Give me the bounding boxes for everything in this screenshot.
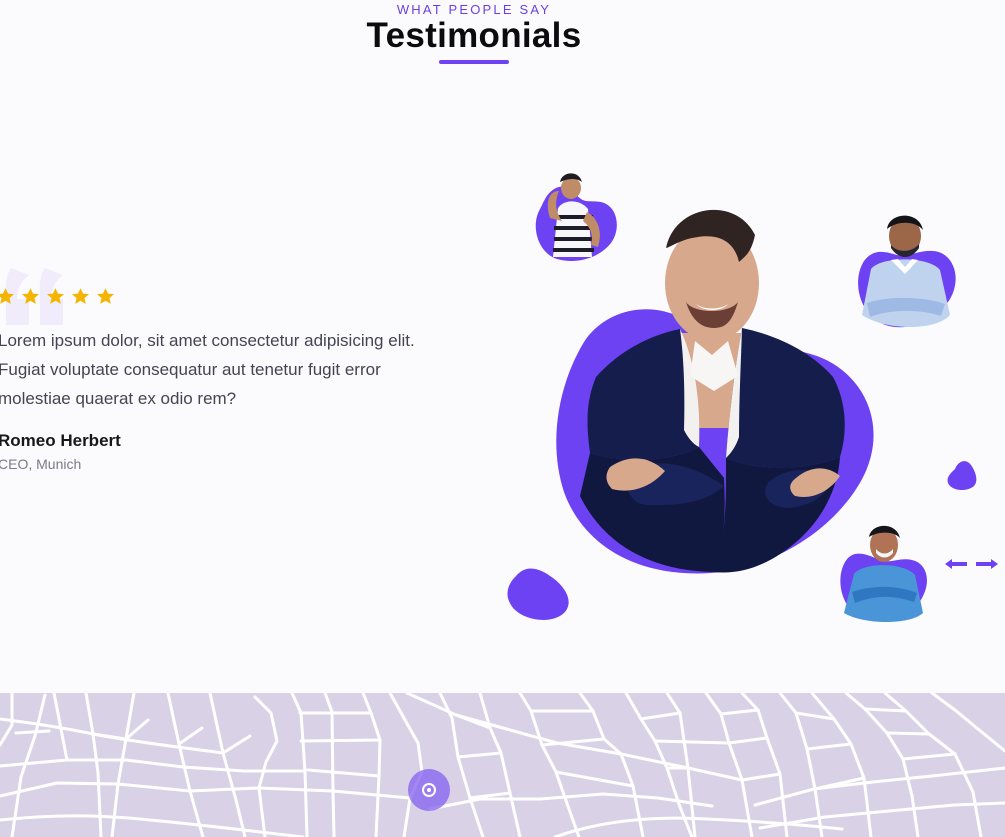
decorative-blob: [947, 461, 977, 490]
star-icon: [97, 288, 114, 304]
map-strip: [0, 693, 1005, 837]
testimonial-quote: Lorem ipsum dolor, sit amet consectetur …: [0, 331, 415, 408]
map-marker-icon[interactable]: [407, 768, 451, 812]
featured-testimonial-photo: [556, 209, 874, 574]
decorative-blob: [507, 568, 569, 620]
rating-stars: [0, 286, 116, 307]
map-roads: [0, 693, 1005, 837]
testimonial-author-role: CEO, Munich: [0, 456, 82, 472]
testimonial-author-name: Romeo Herbert: [0, 431, 121, 450]
section-title: Testimonials: [366, 16, 582, 55]
title-underline: [439, 60, 509, 64]
arrow-right-icon[interactable]: [975, 556, 999, 572]
star-icon: [72, 288, 89, 304]
star-icon: [22, 288, 39, 304]
star-icon: [0, 288, 14, 304]
testimonials-section: WHAT PEOPLE SAY Testimonials Lorem ipsum…: [0, 0, 1005, 693]
arrow-left-icon[interactable]: [944, 556, 968, 572]
star-icon: [47, 288, 64, 304]
